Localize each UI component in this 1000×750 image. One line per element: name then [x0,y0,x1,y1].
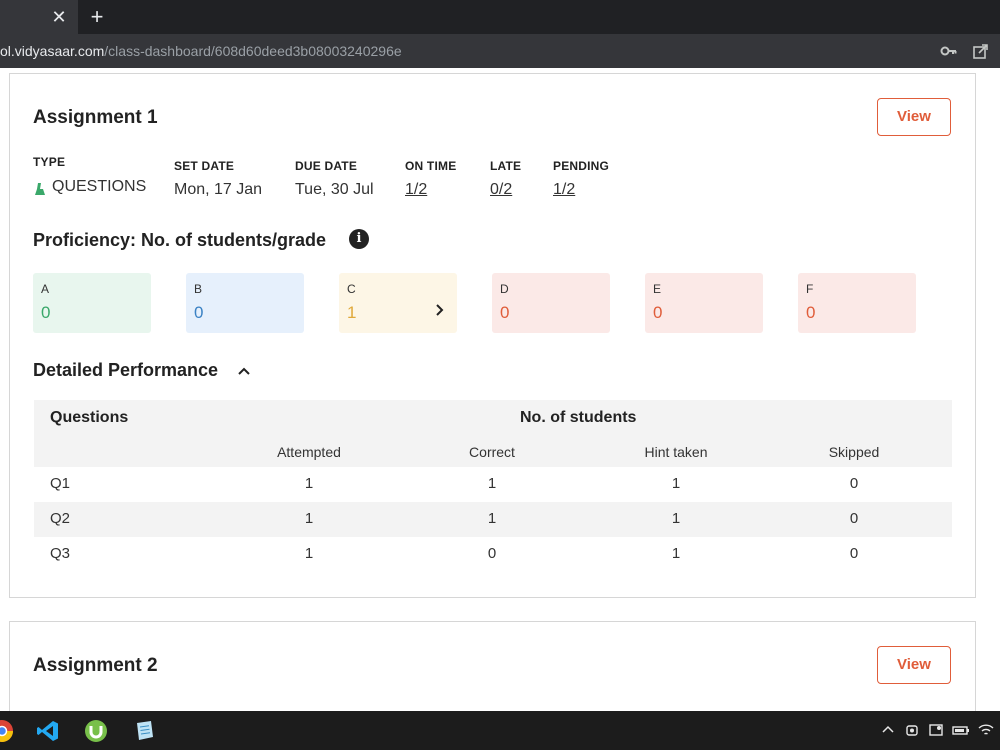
grade-card-a[interactable]: A 0 [33,273,151,333]
battery-icon[interactable] [952,722,969,738]
due-date-label: DUE DATE [295,159,358,173]
correct-cell: 1 [487,475,497,492]
correct-cell: 1 [487,510,497,527]
assignment-card: Assignment 2 View [9,621,976,711]
due-date-value: Tue, 30 Jul [295,181,374,198]
notification-icon[interactable] [928,722,944,738]
chevron-right-icon[interactable] [435,303,445,322]
grade-card-e[interactable]: E 0 [645,273,763,333]
hint-taken-header: Hint taken [644,444,708,460]
grade-card-f[interactable]: F 0 [798,273,916,333]
skipped-cell: 0 [849,545,859,562]
table-row: Q2 1 1 1 0 [34,502,952,537]
grade-label: A [41,282,50,296]
chevron-up-icon[interactable] [237,364,251,378]
skipped-cell: 0 [849,475,859,492]
taskbar [0,711,1000,750]
attempted-cell: 1 [304,545,314,562]
grade-card-d[interactable]: D 0 [492,273,610,333]
vscode-icon[interactable] [36,719,60,743]
late-label: LATE [490,159,522,173]
attempted-cell: 1 [304,475,314,492]
grade-count: 0 [500,303,510,322]
assignment-title: Assignment 1 [33,107,158,128]
grade-label: B [194,282,203,296]
view-button[interactable]: View [877,98,951,136]
url-host: ol.vidyasaar.com [0,43,105,59]
question-cell: Q3 [50,545,71,562]
assignment-card: Assignment 1 View TYPE QUESTIONS SET DAT… [9,73,976,598]
chrome-icon[interactable] [0,719,14,743]
proficiency-title: Proficiency: No. of students/grade [33,230,327,250]
browser-tab[interactable]: ✕ [0,0,78,34]
set-date-value: Mon, 17 Jan [174,181,263,198]
grade-count: 0 [41,303,51,322]
set-date-label: SET DATE [174,159,235,173]
table-row: Q1 1 1 1 0 [34,467,952,502]
hint-taken-cell: 1 [671,475,681,492]
hint-taken-cell: 1 [671,510,681,527]
questions-column-header: Questions [50,409,129,426]
questions-type-icon [35,183,45,195]
assignment-title: Assignment 2 [33,655,158,676]
pending-label: PENDING [553,159,610,173]
grade-label: F [806,282,814,296]
grade-label: D [500,282,509,296]
detailed-performance-title[interactable]: Detailed Performance [33,360,218,381]
page-content: Assignment 1 View TYPE QUESTIONS SET DAT… [0,68,1000,711]
grade-count: 0 [194,303,204,322]
grade-label: E [653,282,662,296]
browser-tab-bar: ✕ + [0,0,1000,34]
view-button[interactable]: View [877,646,951,684]
grade-label: C [347,282,356,296]
meet-now-icon[interactable] [904,722,920,738]
url-text[interactable]: ol.vidyasaar.com/class-dashboard/608d60d… [0,43,402,59]
grade-card-b[interactable]: B 0 [186,273,304,333]
share-icon[interactable] [972,42,990,60]
table-header: Questions No. of students Attempted Corr… [34,400,952,467]
question-cell: Q2 [50,510,71,527]
address-bar[interactable]: ol.vidyasaar.com/class-dashboard/608d60d… [0,34,1000,68]
info-icon[interactable]: i [349,229,369,249]
correct-header: Correct [469,444,515,460]
question-cell: Q1 [50,475,71,492]
close-tab-icon[interactable]: ✕ [48,5,70,29]
new-tab-button[interactable]: + [84,4,110,30]
grade-card-c[interactable]: C 1 [339,273,457,333]
on-time-label: ON TIME [405,159,457,173]
url-path: /class-dashboard/608d60deed3b08003240296… [104,43,402,59]
attempted-header: Attempted [277,444,341,460]
chevron-up-icon[interactable] [880,722,896,738]
correct-cell: 0 [487,545,497,562]
hint-taken-cell: 1 [671,545,681,562]
notepad-icon[interactable] [132,719,156,743]
grade-count: 0 [806,303,816,322]
skipped-header: Skipped [828,444,880,460]
students-column-header: No. of students [520,409,637,426]
table-row: Q3 1 0 1 0 [34,537,952,572]
on-time-link[interactable]: 1/2 [405,181,427,199]
wifi-icon[interactable] [978,722,994,738]
pending-link[interactable]: 1/2 [553,181,575,199]
attempted-cell: 1 [304,510,314,527]
type-label: TYPE [33,155,66,169]
utorrent-icon[interactable] [84,719,108,743]
type-value: QUESTIONS [52,178,147,195]
skipped-cell: 0 [849,510,859,527]
grade-count: 1 [347,303,357,322]
key-icon[interactable] [940,42,958,60]
late-link[interactable]: 0/2 [490,181,512,199]
grade-count: 0 [653,303,663,322]
